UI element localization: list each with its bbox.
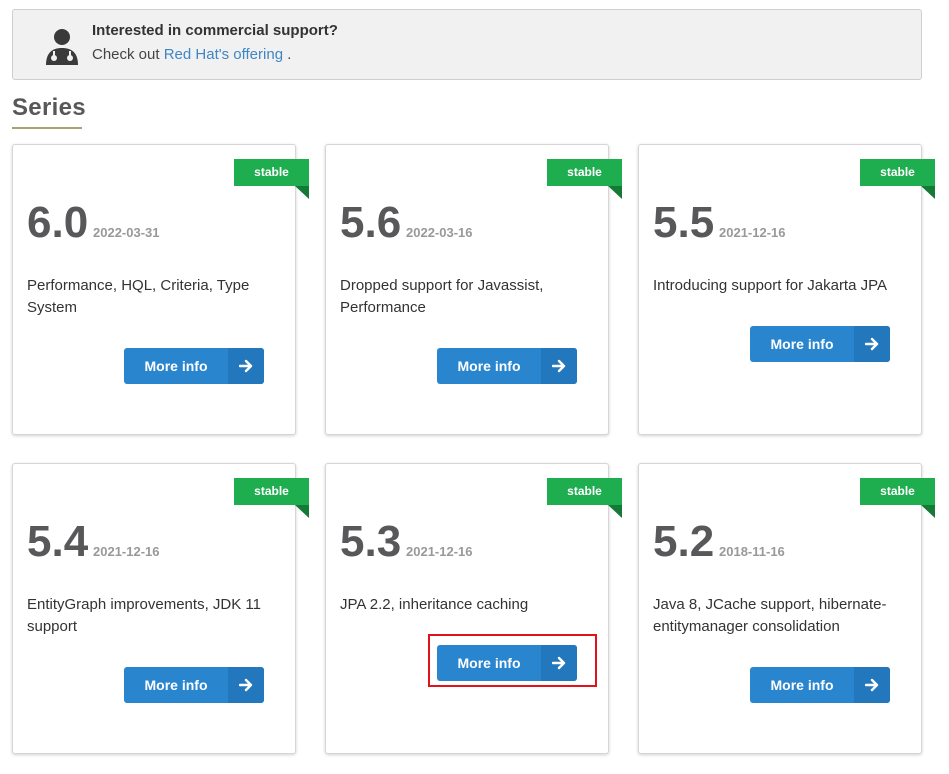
more-info-label: More info <box>457 358 521 374</box>
series-description: Performance, HQL, Criteria, Type System <box>27 277 250 316</box>
more-info-label: More info <box>144 358 208 374</box>
series-card-6-0: stable 6.0 2022-03-31 Performance, HQL, … <box>12 144 309 435</box>
stable-badge: stable <box>860 478 935 505</box>
series-card-5-3: stable 5.3 2021-12-16 JPA 2.2, inheritan… <box>325 463 622 754</box>
series-card-5-5: stable 5.5 2021-12-16 Introducing suppor… <box>638 144 935 435</box>
arrow-right-icon <box>854 326 890 362</box>
more-info-button[interactable]: More info <box>124 667 264 703</box>
doctor-icon <box>46 29 78 65</box>
badge-fold <box>295 505 309 518</box>
more-info-button[interactable]: More info <box>124 348 264 384</box>
version-number: 5.4 <box>27 517 89 566</box>
version-number: 6.0 <box>27 198 89 247</box>
series-description: Java 8, JCache support, hibernate-entity… <box>653 596 887 635</box>
stable-badge: stable <box>547 478 622 505</box>
badge-fold <box>295 186 309 199</box>
more-info-button[interactable]: More info <box>437 348 577 384</box>
banner-subtitle: Check out Red Hat's offering . <box>92 46 291 63</box>
series-description: Dropped support for Javassist, Performan… <box>340 277 544 316</box>
release-date: 2021-12-16 <box>93 544 160 559</box>
series-card-5-4: stable 5.4 2021-12-16 EntityGraph improv… <box>12 463 309 754</box>
heading-underline <box>12 127 82 129</box>
badge-fold <box>921 186 935 199</box>
series-heading: Series <box>12 94 86 121</box>
stable-badge: stable <box>234 159 309 186</box>
banner-suffix: . <box>283 46 292 63</box>
stable-badge: stable <box>234 478 309 505</box>
version-number: 5.6 <box>340 198 402 247</box>
badge-fold <box>608 505 622 518</box>
banner-title: Interested in commercial support? <box>92 22 338 39</box>
version-number: 5.2 <box>653 517 715 566</box>
version-number: 5.5 <box>653 198 715 247</box>
series-description: JPA 2.2, inheritance caching <box>340 596 529 613</box>
red-hat-offering-link[interactable]: Red Hat's offering <box>164 46 283 63</box>
arrow-right-icon <box>228 667 264 703</box>
banner-prefix: Check out <box>92 46 160 63</box>
release-date: 2022-03-31 <box>93 225 160 240</box>
series-card-5-2: stable 5.2 2018-11-16 Java 8, JCache sup… <box>638 463 935 754</box>
release-date: 2018-11-16 <box>719 544 785 559</box>
more-info-button[interactable]: More info <box>750 326 890 362</box>
release-date: 2021-12-16 <box>719 225 786 240</box>
more-info-label: More info <box>770 336 834 352</box>
version-number: 5.3 <box>340 517 402 566</box>
series-description: EntityGraph improvements, JDK 11 support <box>27 596 261 635</box>
more-info-label: More info <box>144 677 208 693</box>
series-card-5-6: stable 5.6 2022-03-16 Dropped support fo… <box>325 144 622 435</box>
highlight-box <box>428 634 597 687</box>
series-description: Introducing support for Jakarta JPA <box>653 277 888 294</box>
arrow-right-icon <box>541 348 577 384</box>
more-info-button[interactable]: More info <box>750 667 890 703</box>
stable-badge: stable <box>860 159 935 186</box>
more-info-label: More info <box>770 677 834 693</box>
release-date: 2022-03-16 <box>406 225 473 240</box>
arrow-right-icon <box>228 348 264 384</box>
stable-badge: stable <box>547 159 622 186</box>
release-date: 2021-12-16 <box>406 544 473 559</box>
badge-fold <box>608 186 622 199</box>
commercial-support-banner: Interested in commercial support? Check … <box>12 9 922 80</box>
badge-fold <box>921 505 935 518</box>
arrow-right-icon <box>854 667 890 703</box>
